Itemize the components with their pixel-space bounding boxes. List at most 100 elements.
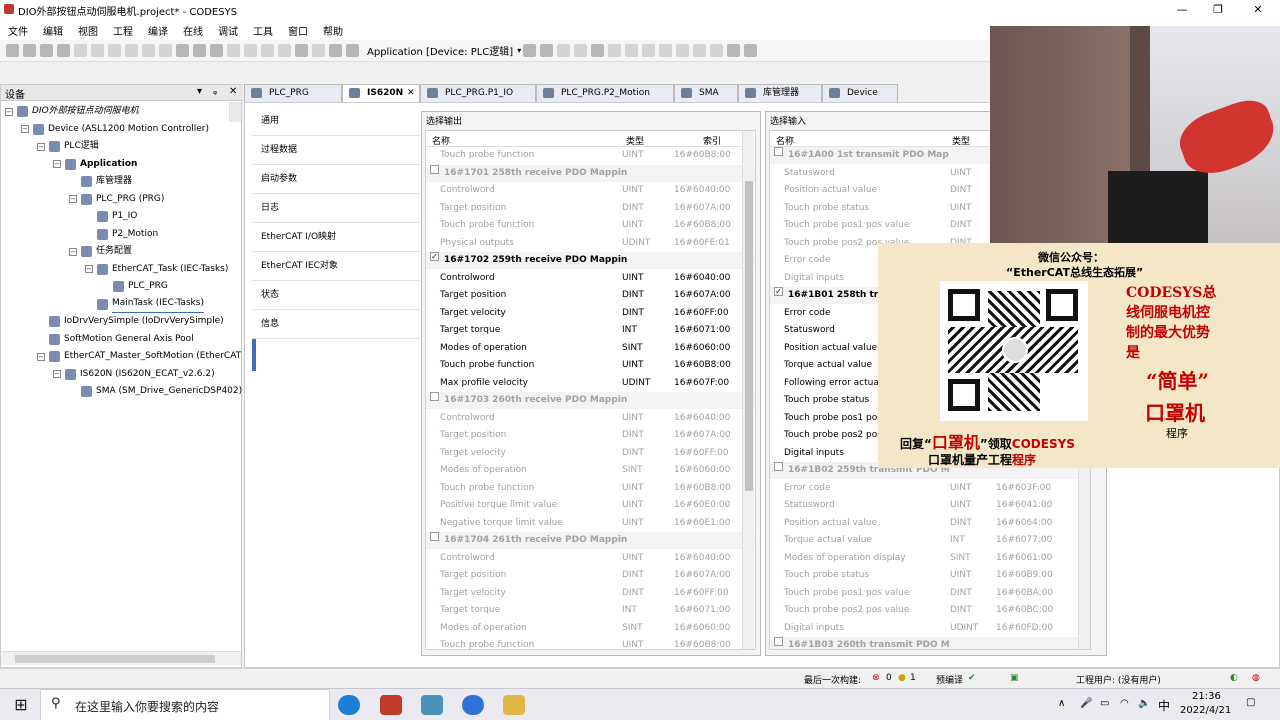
nav-ethercat-io-mapping[interactable]: EtherCAT I/O映射	[252, 223, 420, 252]
active-application-label[interactable]: Application [Device: PLC逻辑]	[367, 43, 513, 58]
bookmark-icon[interactable]	[227, 44, 240, 57]
pdo-entry-row[interactable]: Target position DINT 16#607A:00	[426, 287, 755, 304]
tree-toggle-icon[interactable]: −	[37, 352, 45, 361]
tree-node[interactable]: SMA (SM_Drive_GenericDSP402)	[69, 383, 242, 400]
pdo-entry-row[interactable]: Target position DINT 16#607A:00	[426, 567, 755, 584]
tab-device[interactable]: Device	[822, 84, 898, 102]
menu-help[interactable]: 帮助	[323, 23, 343, 38]
replace-icon[interactable]	[193, 44, 206, 57]
tree-node[interactable]: PLC_PRG	[101, 278, 168, 295]
nav-general[interactable]: 通用	[252, 107, 420, 136]
pdo-entry-row[interactable]: Positive torque limit value UINT 16#60E0:0…	[426, 497, 755, 514]
pdo-entry-row[interactable]: Touch probe status UINT 16#60B9:00	[770, 567, 1090, 584]
reset-icon[interactable]	[591, 44, 605, 57]
panel-menu-icon[interactable]: ▾	[197, 86, 202, 97]
tree-node[interactable]: − PLC逻辑	[37, 138, 99, 155]
volume-icon[interactable]: 🔈	[1138, 698, 1150, 709]
pdo-entry-row[interactable]: Touch probe function UINT 16#60B8:00	[426, 147, 755, 164]
undo-icon[interactable]	[74, 44, 87, 57]
pdo-entry-row[interactable]: Controlword UINT 16#6040:00	[426, 270, 755, 287]
pdo-entry-row[interactable]: Modes of operation SINT 16#6060:00	[426, 462, 755, 479]
redo-icon[interactable]	[91, 44, 104, 57]
tree-node[interactable]: P1_IO	[85, 208, 137, 225]
ime-indicator[interactable]: 中	[1158, 697, 1170, 714]
pin-icon[interactable]: ᵩ	[213, 86, 217, 97]
pdo-checkbox[interactable]	[430, 532, 439, 541]
step-out-icon[interactable]	[659, 44, 673, 57]
pdo-entry-row[interactable]: Physical outputs UDINT 16#60FE:01	[426, 235, 755, 252]
pdo-entry-row[interactable]: Controlword UINT 16#6040:00	[426, 410, 755, 427]
logout-icon[interactable]	[540, 44, 554, 57]
pdo-entry-row[interactable]: Position actual value DINT 16#6064:00	[770, 515, 1090, 532]
menu-edit[interactable]: 编辑	[43, 23, 63, 38]
bookmark-next-icon[interactable]	[244, 44, 257, 57]
tree-toggle-icon[interactable]: −	[53, 370, 61, 378]
nav-status[interactable]: 状态	[252, 281, 420, 310]
page-icon[interactable]	[329, 44, 342, 57]
cut-icon[interactable]	[108, 44, 121, 57]
stop-icon[interactable]	[574, 44, 588, 57]
tree-horizontal-scrollbar[interactable]	[1, 651, 241, 665]
find-icon[interactable]	[176, 44, 189, 57]
nav-log[interactable]: 日志	[252, 194, 420, 223]
open-file-icon[interactable]	[23, 44, 36, 57]
breakpoint-icon[interactable]	[608, 44, 622, 57]
tree-toggle-icon[interactable]: −	[37, 142, 45, 151]
start-icon[interactable]	[557, 44, 571, 57]
close-button[interactable]: ✕	[1240, 0, 1276, 20]
pdo-entry-row[interactable]: Modes of operation display SINT 16#6061:00	[770, 550, 1090, 567]
application-dropdown-icon[interactable]: ▾	[517, 46, 521, 55]
microphone-icon[interactable]: 🎤	[1080, 698, 1092, 709]
pdo-entry-row[interactable]: Target position DINT 16#607A:00	[426, 200, 755, 217]
tree-node[interactable]: SoftMotion General Axis Pool	[37, 331, 194, 348]
tree-node[interactable]: − 任务配置	[69, 243, 132, 260]
tab-is620n[interactable]: IS620N ✕	[342, 84, 420, 102]
step-into-icon[interactable]	[642, 44, 656, 57]
windows-start-icon[interactable]: ⊞	[10, 695, 32, 715]
pdo-mapping-row[interactable]: 16#1701 258th receive PDO Mappin	[426, 164, 755, 182]
nav-process-data[interactable]: 过程数据	[252, 136, 420, 165]
pdo-mapping-row[interactable]: ✓ 16#1702 259th receive PDO Mappin	[426, 252, 755, 269]
pdo-entry-row[interactable]: Touch probe pos1 pos value DINT 16#60BA:00	[770, 585, 1090, 602]
tab-close-icon[interactable]: ✕	[407, 85, 415, 101]
tab-plc-prg-p2-motion[interactable]: PLC_PRG.P2_Motion	[536, 84, 674, 102]
menu-tools[interactable]: 工具	[253, 23, 273, 38]
tree-node[interactable]: − DIO外部按钮点动伺服电机	[5, 103, 139, 120]
network-icon[interactable]: ◠	[1120, 698, 1129, 709]
run-to-cursor-icon[interactable]	[676, 44, 690, 57]
pdo-entry-row[interactable]: Controlword UINT 16#6040:00	[426, 550, 755, 567]
pdo-entry-row[interactable]: Target velocity DINT 16#60FF:00	[426, 305, 755, 322]
kingsoft-icon[interactable]	[462, 695, 484, 715]
build-icon[interactable]	[295, 44, 308, 57]
app-taskbar-icon[interactable]	[421, 695, 443, 715]
write-values-icon[interactable]	[693, 44, 707, 57]
pdo-entry-row[interactable]: Touch probe pos2 pos value DINT 16#60BC:00	[770, 602, 1090, 619]
pdo-entry-row[interactable]: Touch probe function UINT 16#60B8:00	[426, 357, 755, 374]
menu-debug[interactable]: 调试	[218, 23, 238, 38]
pdo-entry-row[interactable]: Digital inputs UDINT 16#60FD:00	[770, 620, 1090, 637]
pdo-entry-row[interactable]: Max profile velocity UDINT 16#607F:00	[426, 375, 755, 392]
close-panel-icon[interactable]: ✕	[229, 86, 237, 97]
hand-icon[interactable]	[744, 44, 758, 57]
menu-online[interactable]: 在线	[183, 23, 203, 38]
nav-startup-parameters[interactable]: 启动参数	[252, 165, 420, 194]
pdo-entry-row[interactable]: Controlword UINT 16#6040:00	[426, 182, 755, 199]
tab-plc-prg[interactable]: PLC_PRG	[244, 84, 342, 102]
pdo-entry-row[interactable]: Torque actual value INT 16#6077:00	[770, 532, 1090, 549]
tree-node[interactable]: − Device (ASL1200 Motion Controller)	[21, 121, 209, 138]
menu-project[interactable]: 工程	[113, 23, 133, 38]
edge-browser-icon[interactable]	[338, 695, 360, 715]
pdo-checkbox[interactable]	[774, 637, 783, 646]
tree-scroll-thumb[interactable]	[15, 655, 215, 663]
pdo-checkbox[interactable]	[430, 392, 439, 401]
tree-toggle-icon[interactable]: −	[53, 160, 61, 168]
print-icon[interactable]	[57, 44, 70, 57]
tree-node[interactable]: − EtherCAT_Task (IEC-Tasks)	[85, 261, 228, 278]
tree-toggle-icon[interactable]: −	[69, 195, 77, 203]
pdo-checkbox[interactable]	[774, 462, 783, 471]
bookmark-clear-icon[interactable]	[278, 44, 291, 57]
tree-toggle-icon[interactable]: −	[69, 247, 77, 256]
delete-icon[interactable]	[159, 44, 172, 57]
shopping-cart-icon[interactable]	[727, 44, 741, 57]
binoculars-icon[interactable]	[210, 44, 223, 57]
